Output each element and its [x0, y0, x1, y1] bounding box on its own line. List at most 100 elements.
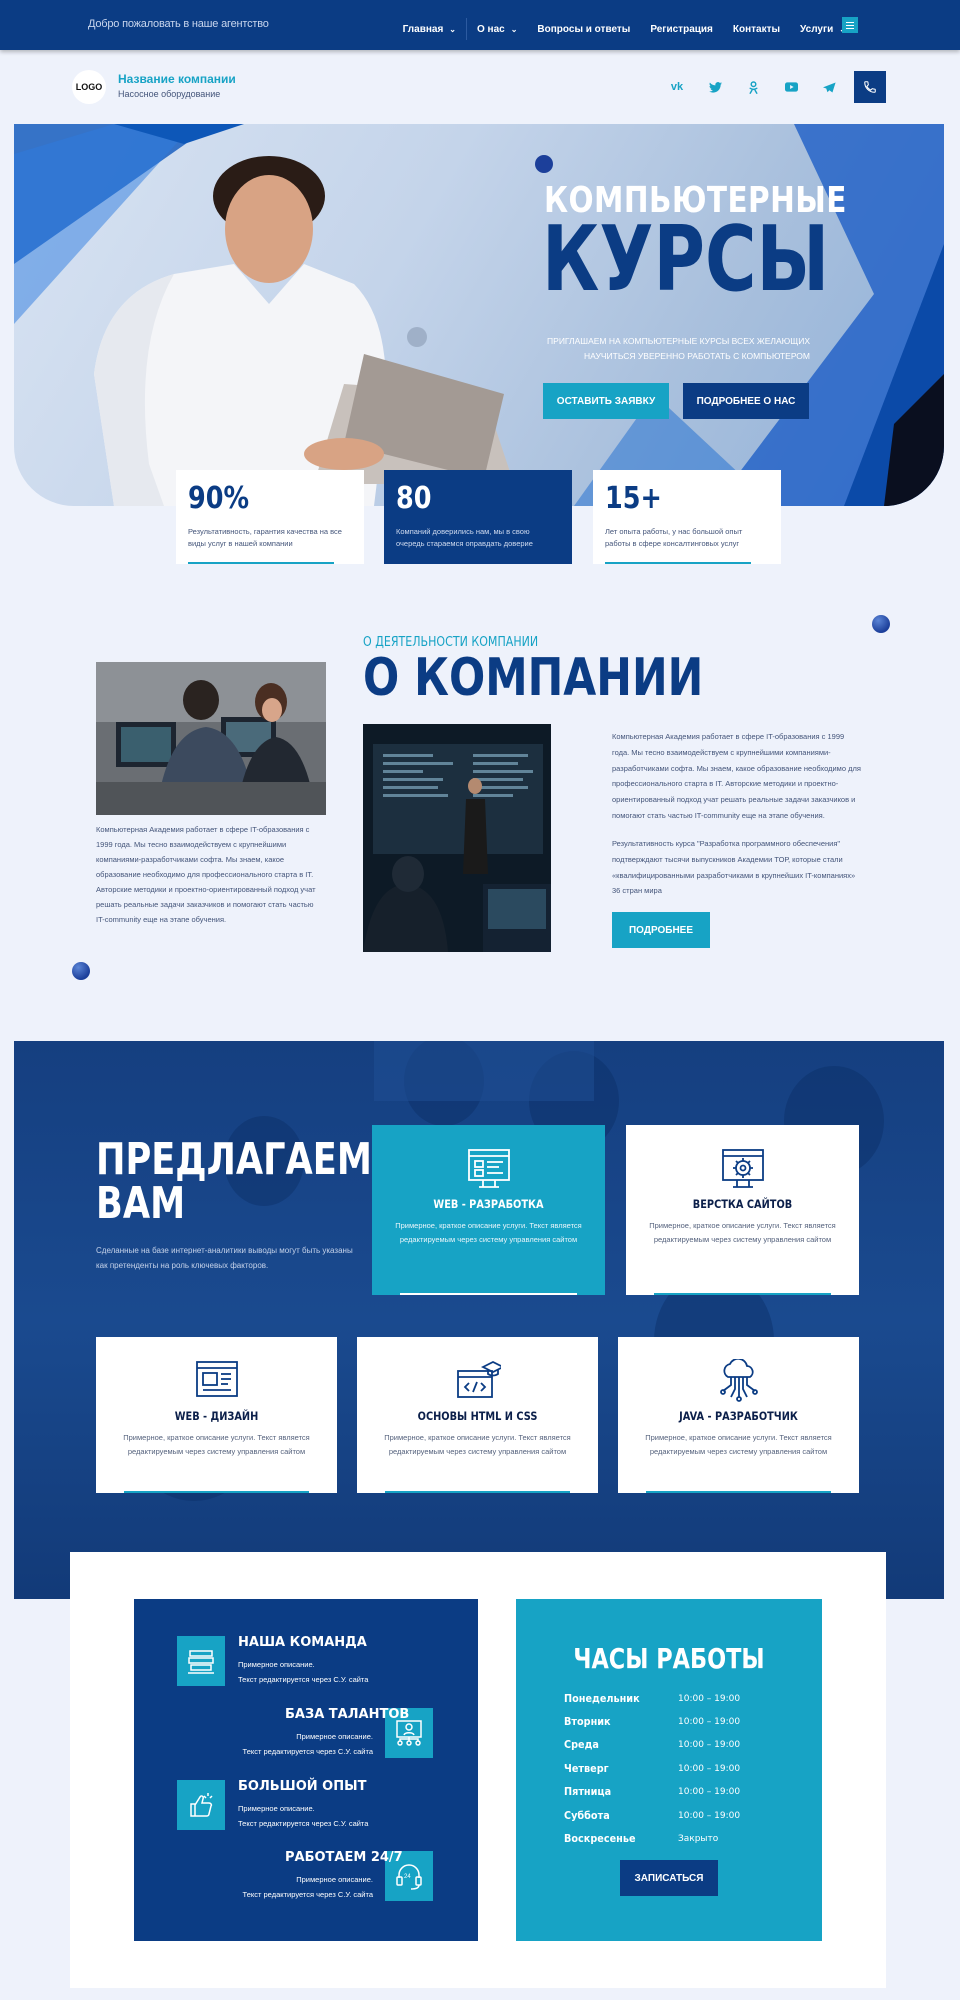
nav-item-registration[interactable]: Регистрация	[640, 24, 723, 35]
stat-description: Результативность, гарантия качества на в…	[188, 527, 342, 548]
feature-line: Примерное описание.	[238, 1660, 315, 1669]
feature-title: БОЛЬШОЙ ОПЫТ	[238, 1779, 367, 1794]
service-underline	[385, 1491, 570, 1493]
html-css-icon	[454, 1357, 502, 1405]
hours-day: Пятница	[564, 1785, 612, 1798]
feature-line: Примерное описание.	[296, 1732, 373, 1741]
hours-day: Понедельник	[564, 1692, 640, 1705]
hours-row: Воскресенье Закрыто	[564, 1832, 718, 1845]
about-photo-presentation	[363, 724, 551, 952]
service-description: Примерное, краткое описание услуги. Текс…	[384, 1433, 571, 1457]
logo[interactable]: LOGO	[72, 70, 106, 104]
service-card[interactable]: ОСНОВЫ HTML И CSS Примерное, краткое опи…	[357, 1337, 598, 1493]
feature-line: Текст редактируется через С.У. сайта	[238, 1675, 369, 1684]
feature-line: Примерное описание.	[238, 1804, 315, 1813]
service-description: Примерное, краткое описание услуги. Текс…	[123, 1433, 310, 1457]
hours-day: Вторник	[564, 1715, 611, 1728]
nav-label: Вопросы и ответы	[537, 23, 631, 35]
nav-item-contacts[interactable]: Контакты	[723, 24, 790, 35]
service-name: WEB - ДИЗАЙН	[174, 1409, 259, 1423]
stat-value: 90%	[188, 481, 250, 516]
hours-day: Среда	[564, 1738, 599, 1751]
company-name[interactable]: Название компании	[118, 72, 236, 86]
nav-label: Главная	[402, 23, 444, 35]
feature-line: Текст редактируется через С.У. сайта	[242, 1890, 373, 1899]
thumbs-up-icon	[177, 1780, 225, 1830]
stat-card: 15+ Лет опыта работы, у нас большой опыт…	[593, 470, 781, 564]
service-card[interactable]: WEB - РАЗРАБОТКА Примерное, краткое опис…	[372, 1125, 605, 1295]
service-card[interactable]: WEB - ДИЗАЙН Примерное, краткое описание…	[96, 1337, 337, 1493]
about-text-left: Компьютерная Академия работает в сфере I…	[96, 825, 316, 924]
nav-label: Услуги	[800, 23, 834, 35]
main-nav: Главная ⌄ О нас ⌄ Вопросы и ответы Регистр…	[393, 18, 856, 40]
decor-ball	[872, 615, 890, 633]
more-about-us-button[interactable]: ПОДРОБНЕЕ О НАС	[683, 383, 809, 419]
hours-day: Суббота	[564, 1809, 610, 1822]
feature-line: Текст редактируется через С.У. сайта	[238, 1819, 369, 1828]
odnoklassniki-icon[interactable]	[744, 78, 762, 96]
leave-request-button[interactable]: ОСТАВИТЬ ЗАЯВКУ	[543, 383, 669, 419]
stat-description: Лет опыта работы, у нас большой опыт раб…	[605, 527, 743, 548]
service-description: Примерное, краткое описание услуги. Текс…	[649, 1221, 836, 1245]
phone-icon	[864, 81, 876, 93]
chevron-down-icon: ⌄	[449, 24, 456, 34]
welcome-text: Добро пожаловать в наше агентство	[88, 18, 269, 30]
nav-label: О нас	[476, 23, 505, 35]
hero-title-line2: КУРСЫ	[542, 207, 830, 312]
hours-row: Суббота 10:00 – 19:00	[564, 1809, 740, 1822]
hours-time: 10:00 – 19:00	[678, 1740, 741, 1750]
service-underline	[646, 1491, 831, 1493]
nav-item-about[interactable]: О нас ⌄	[467, 24, 527, 35]
vk-icon[interactable]: vk	[668, 78, 686, 96]
telegram-icon[interactable]	[820, 78, 838, 96]
nav-item-home[interactable]: Главная ⌄	[393, 24, 466, 35]
hours-time: 10:00 – 19:00	[678, 1717, 741, 1727]
hours-row: Четверг 10:00 – 19:00	[564, 1762, 740, 1775]
working-hours-title: ЧАСЫ РАБОТЫ	[573, 1642, 765, 1675]
decor-ball	[72, 962, 90, 980]
hours-time: 10:00 – 19:00	[678, 1694, 741, 1704]
svg-text:24: 24	[404, 1874, 411, 1880]
nav-label: Регистрация	[650, 23, 713, 35]
service-name: ВЕРСТКА САЙТОВ	[692, 1197, 793, 1211]
hamburger-menu-icon[interactable]	[842, 17, 858, 33]
services-title-line1: ПРЕДЛАГАЕМ	[96, 1134, 372, 1185]
phone-call-button[interactable]	[854, 71, 886, 103]
about-more-button[interactable]: ПОДРОБНЕЕ	[612, 912, 710, 948]
social-links: vk	[668, 78, 838, 96]
service-card[interactable]: ВЕРСТКА САЙТОВ Примерное, краткое описан…	[626, 1125, 859, 1295]
site-layout-icon	[719, 1145, 767, 1193]
hero-subtitle-line1: ПРИГЛАШАЕМ НА КОМПЬЮТЕРНЫЕ КУРСЫ ВСЕХ ЖЕ…	[547, 336, 810, 346]
services-subtitle: Сделанные на базе интернет-аналитики выв…	[96, 1246, 353, 1271]
hours-row: Пятница 10:00 – 19:00	[564, 1785, 740, 1798]
services-title: ПРЕДЛАГАЕМ ВАМ	[96, 1138, 372, 1226]
hours-row: Вторник 10:00 – 19:00	[564, 1715, 740, 1728]
service-card[interactable]: JAVA - РАЗРАБОТЧИК Примерное, краткое оп…	[618, 1337, 859, 1493]
twitter-icon[interactable]	[706, 78, 724, 96]
chevron-down-icon: ⌄	[510, 24, 518, 34]
stat-value: 80	[396, 481, 432, 516]
hours-time: Закрыто	[678, 1834, 719, 1844]
sign-up-button[interactable]: ЗАПИСАТЬСЯ	[620, 1860, 718, 1896]
nav-item-faq[interactable]: Вопросы и ответы	[527, 24, 640, 35]
about-title: О КОМПАНИИ	[363, 648, 704, 708]
service-name: ОСНОВЫ HTML И CSS	[417, 1409, 538, 1423]
service-underline	[400, 1293, 577, 1295]
about-photo-team	[96, 662, 326, 815]
feature-title: НАША КОМАНДА	[238, 1635, 367, 1650]
stat-underline	[605, 562, 751, 564]
service-description: Примерное, краткое описание услуги. Текс…	[645, 1433, 832, 1457]
youtube-icon[interactable]	[782, 78, 800, 96]
feature-title: РАБОТАЕМ 24/7	[285, 1850, 403, 1865]
service-name: WEB - РАЗРАБОТКА	[433, 1197, 544, 1211]
company-tagline: Насосное оборудование	[118, 89, 221, 99]
hours-row: Понедельник 10:00 – 19:00	[564, 1692, 740, 1705]
stat-value: 15+	[605, 481, 662, 516]
stat-card: 90% Результативность, гарантия качества …	[176, 470, 364, 564]
about-text-right: Компьютерная Академия работает в сфере I…	[612, 732, 861, 820]
books-icon	[177, 1636, 225, 1686]
about-text-results: Результативность курса "Разработка прогр…	[612, 839, 856, 896]
hours-time: 10:00 – 19:00	[678, 1764, 741, 1774]
feature-description: Примерное описание. Текст редактируется ч…	[205, 1729, 373, 1759]
stat-description: Компаний доверились нам, мы в свою очере…	[396, 527, 533, 548]
